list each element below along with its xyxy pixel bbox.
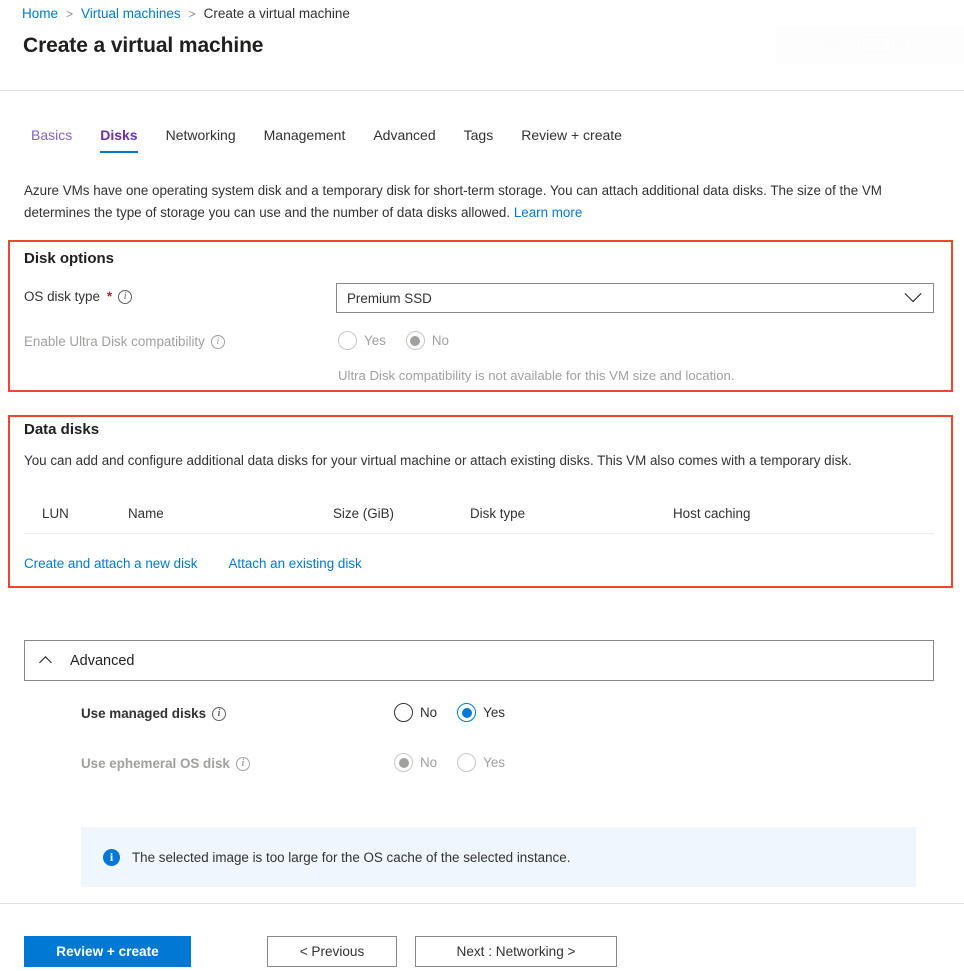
previous-button[interactable]: < Previous: [267, 936, 397, 967]
info-banner: i The selected image is too large for th…: [81, 827, 916, 887]
info-icon[interactable]: i: [212, 706, 227, 721]
info-icon[interactable]: i: [210, 334, 225, 349]
wizard-footer: Review + create < Previous Next : Networ…: [24, 936, 617, 967]
use-managed-disks-no-label: No: [420, 705, 438, 720]
ultra-disk-radio-group: Yes No: [338, 331, 463, 350]
next-networking-button[interactable]: Next : Networking >: [415, 936, 617, 967]
data-disks-description-line-1: You can add and configure additional dat…: [24, 453, 757, 468]
data-disks-description: You can add and configure additional dat…: [24, 450, 934, 472]
os-disk-type-value: Premium SSD: [347, 290, 432, 306]
radio-circle-unselected: [394, 703, 413, 722]
use-ephemeral-os-disk-radio-no[interactable]: No: [394, 753, 437, 772]
column-header-size: Size (GiB): [333, 506, 395, 521]
data-disks-table: LUN Name Size (GiB) Disk type Host cachi…: [24, 506, 934, 534]
fullscreen-hint-prefix: Press: [822, 37, 856, 53]
ultra-disk-label: Enable Ultra Disk compatibility i: [24, 334, 225, 349]
ultra-disk-label-text: Enable Ultra Disk compatibility: [24, 334, 205, 349]
use-ephemeral-os-disk-label: Use ephemeral OS disk i: [81, 756, 250, 771]
review-create-button[interactable]: Review + create: [24, 936, 191, 967]
breadcrumb-separator: >: [188, 7, 196, 21]
advanced-section-title: Advanced: [70, 652, 135, 669]
column-header-lun: LUN: [42, 506, 69, 521]
use-managed-disks-radio-group: No Yes: [394, 703, 519, 722]
fullscreen-hint-tooltip: Press F11 to e: [776, 26, 964, 64]
tab-disks[interactable]: Disks: [86, 126, 151, 153]
info-icon[interactable]: i: [235, 756, 250, 771]
tab-networking[interactable]: Networking: [152, 126, 250, 153]
os-disk-type-label: OS disk type * i: [24, 289, 133, 304]
tab-management[interactable]: Management: [250, 126, 360, 153]
breadcrumb-virtual-machines[interactable]: Virtual machines: [81, 5, 181, 23]
ultra-disk-radio-yes[interactable]: Yes: [338, 331, 386, 350]
breadcrumb-home[interactable]: Home: [22, 5, 58, 23]
use-managed-disks-radio-no[interactable]: No: [394, 703, 437, 722]
title-divider: [0, 90, 964, 91]
use-ephemeral-os-disk-no-label: No: [420, 755, 438, 770]
advanced-section-toggle[interactable]: Advanced: [24, 640, 934, 681]
disks-intro-text: Azure VMs have one operating system disk…: [24, 180, 934, 224]
breadcrumb: Home > Virtual machines > Create a virtu…: [22, 5, 350, 23]
radio-circle-selected: [457, 703, 477, 722]
radio-circle-unselected: [457, 753, 477, 772]
ultra-disk-unavailable-note: Ultra Disk compatibility is not availabl…: [338, 368, 735, 383]
info-icon[interactable]: i: [118, 289, 133, 304]
intro-line-1: Azure VMs have one operating system disk…: [24, 183, 767, 198]
tab-basics[interactable]: Basics: [24, 126, 86, 153]
use-ephemeral-os-disk-label-text: Use ephemeral OS disk: [81, 756, 230, 771]
radio-circle-selected: [405, 331, 425, 350]
tab-advanced[interactable]: Advanced: [359, 126, 449, 153]
ultra-disk-no-label: No: [431, 333, 449, 348]
info-banner-message: The selected image is too large for the …: [132, 849, 571, 865]
radio-circle-unselected: [338, 331, 357, 350]
tab-review-create[interactable]: Review + create: [507, 126, 636, 153]
data-disks-heading: Data disks: [24, 421, 100, 438]
tab-tags[interactable]: Tags: [450, 126, 508, 153]
breadcrumb-separator: >: [66, 7, 74, 21]
fullscreen-hint-key: F11: [860, 37, 891, 53]
os-disk-type-select[interactable]: Premium SSD: [336, 283, 934, 313]
attach-existing-disk-link[interactable]: Attach an existing disk: [228, 556, 361, 571]
disk-options-heading: Disk options: [24, 250, 115, 267]
column-header-host-caching: Host caching: [673, 506, 751, 521]
use-managed-disks-yes-label: Yes: [483, 705, 505, 720]
ultra-disk-radio-no[interactable]: No: [405, 331, 449, 350]
data-disks-table-header: LUN Name Size (GiB) Disk type Host cachi…: [24, 506, 934, 534]
create-and-attach-new-disk-link[interactable]: Create and attach a new disk: [24, 556, 197, 571]
use-ephemeral-os-disk-radio-group: No Yes: [394, 753, 519, 772]
column-header-name: Name: [128, 506, 164, 521]
use-managed-disks-label-text: Use managed disks: [81, 706, 207, 721]
info-icon: i: [103, 848, 120, 866]
data-disks-description-line-2: temporary disk.: [760, 453, 852, 468]
ultra-disk-yes-label: Yes: [364, 333, 386, 348]
learn-more-link[interactable]: Learn more: [514, 205, 582, 220]
os-disk-type-label-text: OS disk type: [24, 289, 100, 304]
fullscreen-hint-suffix: to e: [895, 37, 918, 53]
footer-divider: [0, 903, 964, 904]
breadcrumb-current: Create a virtual machine: [203, 6, 350, 21]
use-ephemeral-os-disk-radio-yes[interactable]: Yes: [457, 753, 505, 772]
required-marker: *: [106, 289, 113, 304]
wizard-tabs: Basics Disks Networking Management Advan…: [24, 126, 636, 153]
column-header-disk-type: Disk type: [470, 506, 526, 521]
chevron-down-icon: [904, 285, 922, 303]
use-managed-disks-radio-yes[interactable]: Yes: [457, 703, 505, 722]
radio-circle-selected: [394, 753, 413, 772]
use-ephemeral-os-disk-yes-label: Yes: [483, 755, 505, 770]
data-disks-actions: Create and attach a new disk Attach an e…: [24, 556, 362, 571]
page-title: Create a virtual machine: [23, 34, 264, 57]
use-managed-disks-label: Use managed disks i: [81, 706, 227, 721]
chevron-up-icon: [39, 656, 52, 669]
